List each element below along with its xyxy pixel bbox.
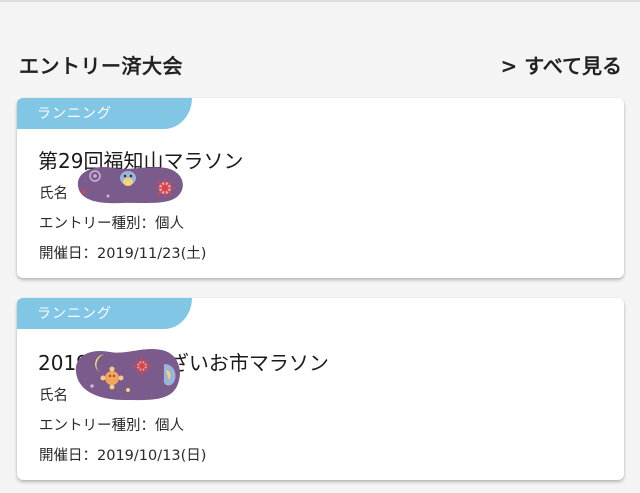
participant-name-label: 氏名 [39,388,68,404]
category-label: ランニング [37,306,112,322]
category-label: ランニング [37,106,112,122]
event-date: 開催日：2019/10/13(日) [39,448,207,464]
entry-card[interactable]: ランニング 2019長浜市あざいお市マラソン 氏名 エントリー種別：個人 開催日… [17,298,624,480]
participant-name-label: 氏名 [39,186,68,202]
entry-type: エントリー種別：個人 [39,216,184,232]
section-title: エントリー済大会 [19,54,183,78]
event-date: 開催日：2019/11/23(土) [39,246,207,262]
entry-type: エントリー種別：個人 [39,418,184,434]
category-tag: ランニング [17,298,192,329]
see-all-link[interactable]: > すべて見る [500,50,622,79]
name-redaction-sticker [75,348,180,401]
category-tag: ランニング [17,98,192,129]
top-divider [0,0,640,2]
name-redaction-sticker [77,166,183,204]
entry-card[interactable]: ランニング 第29回福知山マラソン 氏名 エントリー種別：個人 開催日：2019… [17,98,624,278]
section-header: エントリー済大会 > すべて見る [0,44,640,84]
